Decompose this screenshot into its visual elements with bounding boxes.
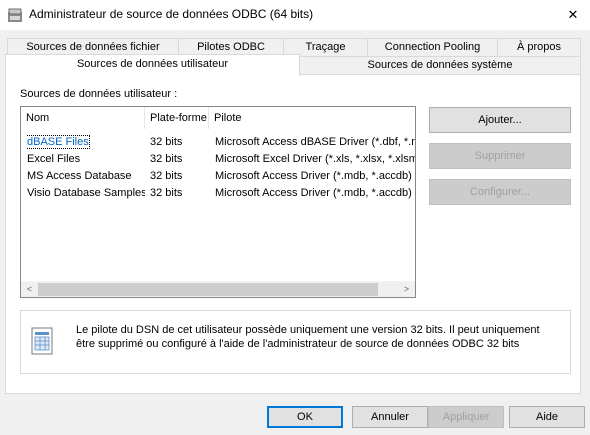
info-box: Le pilote du DSN de cet utilisateur poss… <box>20 310 571 374</box>
row-platform: 32 bits <box>150 170 183 182</box>
column-header-platform[interactable]: Plate-forme <box>145 107 209 129</box>
title-bar: Administrateur de source de données ODBC… <box>0 0 590 30</box>
row-platform: 32 bits <box>150 187 183 199</box>
row-driver: Microsoft Access Driver (*.mdb, *.accdb) <box>215 187 412 199</box>
scroll-left-icon[interactable]: < <box>21 281 38 297</box>
dsn-list[interactable]: Nom Plate-forme Pilote dBASE Files 32 bi… <box>20 106 416 298</box>
ok-button[interactable]: OK <box>267 406 343 428</box>
list-caption: Sources de données utilisateur : <box>20 88 178 100</box>
row-driver: Microsoft Excel Driver (*.xls, *.xlsx, *… <box>215 153 415 165</box>
row-name: MS Access Database <box>27 170 132 182</box>
column-header-driver[interactable]: Pilote <box>209 107 415 129</box>
table-row[interactable]: dBASE Files 32 bits Microsoft Access dBA… <box>21 134 415 151</box>
tab-connection-pooling[interactable]: Connection Pooling <box>367 38 498 57</box>
horizontal-scrollbar[interactable]: < > <box>21 281 415 297</box>
tab-user-dsn[interactable]: Sources de données utilisateur <box>5 54 300 76</box>
close-button[interactable]: ✕ <box>556 0 590 30</box>
scroll-right-icon[interactable]: > <box>398 281 415 297</box>
document-table-icon <box>31 327 53 355</box>
info-message: Le pilote du DSN de cet utilisateur poss… <box>76 324 540 350</box>
apply-button[interactable]: Appliquer <box>428 406 504 428</box>
row-name: Excel Files <box>27 153 81 165</box>
row-driver: Microsoft Access dBASE Driver (*.dbf, *.… <box>215 136 415 148</box>
cancel-button[interactable]: Annuler <box>352 406 428 428</box>
configure-button[interactable]: Configurer... <box>429 179 571 205</box>
table-row[interactable]: Excel Files 32 bits Microsoft Excel Driv… <box>21 151 415 168</box>
tab-system-dsn[interactable]: Sources de données système <box>299 56 581 75</box>
table-row[interactable]: Visio Database Samples 32 bits Microsoft… <box>21 185 415 202</box>
remove-button[interactable]: Supprimer <box>429 143 571 169</box>
row-name: dBASE Files <box>27 135 90 149</box>
help-button[interactable]: Aide <box>509 406 585 428</box>
add-button[interactable]: Ajouter... <box>429 107 571 133</box>
odbc-admin-icon <box>8 8 22 22</box>
column-header-name[interactable]: Nom <box>21 107 145 129</box>
row-platform: 32 bits <box>150 136 183 148</box>
row-name: Visio Database Samples <box>27 187 145 199</box>
row-driver: Microsoft Access Driver (*.mdb, *.accdb) <box>215 170 412 182</box>
row-platform: 32 bits <box>150 153 183 165</box>
list-header: Nom Plate-forme Pilote <box>21 107 415 129</box>
window-title: Administrateur de source de données ODBC… <box>29 7 314 21</box>
tab-about[interactable]: À propos <box>497 38 581 57</box>
table-row[interactable]: MS Access Database 32 bits Microsoft Acc… <box>21 168 415 185</box>
scrollbar-thumb[interactable] <box>38 283 378 296</box>
